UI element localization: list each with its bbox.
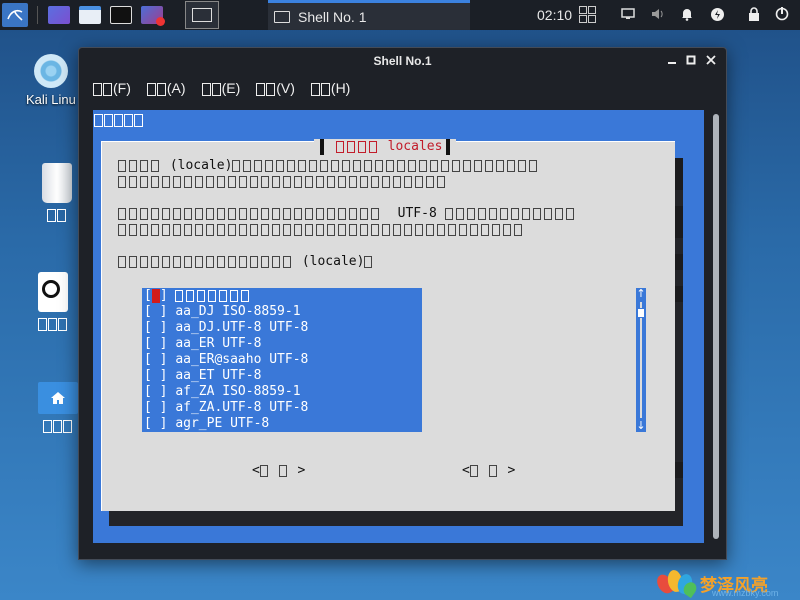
list-item-label: aa_DJ.UTF-8 UTF-8 [175,320,309,335]
checkbox[interactable]: [ ] [144,320,167,335]
dialog-backtitle [94,113,144,127]
kali-dragon-icon [7,9,23,21]
window-menubar: (F) (A) (E) (V) (H) [79,76,726,100]
checkbox[interactable]: [ ] [144,416,167,431]
checkbox[interactable]: [ ] [144,368,167,383]
notification-bell-icon[interactable] [679,6,695,22]
list-item-label: aa_ET UTF-8 [175,368,262,383]
dialog-description-line: (locale) [118,254,375,270]
text-cursor [151,288,160,303]
drive-icon [38,272,68,312]
folder-icon [79,6,101,24]
power-manager-icon[interactable] [709,6,725,22]
desktop-icon-filesystem[interactable] [38,272,68,332]
list-item-label: aa_ER@saaho UTF-8 [175,352,309,367]
display-icon[interactable] [620,6,636,22]
list-item[interactable]: [ ] af_ZA.UTF-8 UTF-8 [142,400,422,416]
list-item[interactable]: [ ] aa_DJ.UTF-8 UTF-8 [142,320,422,336]
top-taskbar: Shell No. 1 02:10 [0,0,800,30]
desktop-icon-label [38,316,68,332]
trash-icon [42,163,72,203]
cancel-button[interactable]: < > [462,463,515,478]
watermark-url: www.mzbky.com [712,588,779,598]
list-item-label: af_ZA.UTF-8 UTF-8 [175,400,309,415]
list-item-label: aa_DJ ISO-8859-1 [175,304,301,319]
locale-checklist[interactable]: [] [ ] aa_DJ ISO-8859-1 [ ] aa_DJ.UTF-8 … [142,288,422,432]
minimize-icon [668,62,676,64]
menu-actions[interactable]: (A) [146,76,186,100]
checkbox[interactable]: [ ] [144,304,167,319]
home-folder-icon [38,382,78,414]
show-desktop-button[interactable] [48,3,70,27]
terminal-icon [192,8,212,22]
window-titlebar[interactable]: Shell No.1 [79,48,726,74]
list-item[interactable]: [ ] aa_ER UTF-8 [142,336,422,352]
logout-icon[interactable] [774,6,790,22]
desktop-icon-label [47,207,67,223]
desktop-icon-kali-linux[interactable]: Kali Linu [26,54,76,107]
desktop-icon [48,6,70,24]
list-item[interactable]: [ ] aa_DJ ISO-8859-1 [142,304,422,320]
ok-button[interactable]: < > [252,463,305,478]
desktop-icon-label [43,418,73,434]
workspace-switcher[interactable] [185,1,219,29]
close-button[interactable] [704,54,718,68]
maximize-button[interactable] [684,54,698,68]
file-manager-button[interactable] [79,3,101,27]
menu-view[interactable]: (V) [256,76,295,100]
dialog-title: locales [314,139,457,155]
maximize-icon [686,55,696,65]
dialog-description-line: (locale) [118,158,540,174]
terminal-scrollbar[interactable] [713,114,719,539]
terminal-launcher-button[interactable] [110,3,132,27]
terminal-area[interactable]: locales (locale) UTF-8 (locale) [] [ ] a… [93,110,704,543]
terminal-window: Shell No.1 (F) (A) (E) (V) (H) locales (… [78,47,727,560]
recorder-icon [141,6,165,26]
lock-icon[interactable] [746,6,762,22]
list-item[interactable]: [ ] af_ZA ISO-8859-1 [142,384,422,400]
volume-icon[interactable] [650,6,666,22]
list-item[interactable]: [ ] aa_ER@saaho UTF-8 [142,352,422,368]
kali-disc-icon [33,54,68,88]
menu-file[interactable]: (F) [93,76,131,100]
scrollbar-thumb[interactable] [713,114,719,539]
list-item-label: agr_PE UTF-8 [175,416,270,431]
checkbox[interactable]: [ ] [144,352,167,367]
minimize-button[interactable] [665,54,679,68]
screen-recorder-button[interactable] [141,3,165,27]
clock[interactable]: 02:10 [537,7,572,23]
dialog-description-line [118,174,448,190]
menu-help[interactable]: (H) [310,76,350,100]
kali-menu-button[interactable] [2,3,28,27]
arrow-down-icon[interactable]: ↓ [636,420,646,432]
checkbox[interactable]: [ ] [144,384,167,399]
desktop-icon-trash[interactable] [42,163,72,223]
terminal-icon [110,6,132,24]
watermark-logo-icon [653,568,700,599]
locales-dialog: locales (locale) UTF-8 (locale) [] [ ] a… [101,139,683,511]
list-item-label: af_ZA ISO-8859-1 [175,384,301,399]
window-title: Shell No.1 [373,54,432,68]
list-scrollbar[interactable]: ↑ ↓ [636,288,646,432]
desktop-icon-home[interactable] [38,382,78,434]
menu-edit[interactable]: (E) [201,76,240,100]
taskbar-window-title: Shell No. 1 [298,8,367,25]
terminal-icon [274,10,290,23]
close-icon [706,55,716,65]
taskbar-separator [37,6,38,24]
list-item[interactable]: [ ] agr_PE UTF-8 [142,416,422,432]
list-item[interactable]: [ ] aa_ET UTF-8 [142,368,422,384]
checkbox[interactable]: [ ] [144,336,167,351]
taskbar-window-shell[interactable]: Shell No. 1 [268,0,470,30]
date-glyphs [579,6,596,23]
arrow-up-icon[interactable]: ↑ [636,288,646,300]
dialog-description-line [118,222,525,238]
checkbox[interactable]: [ ] [144,400,167,415]
scrollbar-thumb[interactable] [637,308,645,318]
list-item[interactable]: [] [142,288,422,304]
desktop-icon-label: Kali Linu [26,92,76,107]
list-item-label: aa_ER UTF-8 [175,336,262,351]
dialog-description-line: UTF-8 [118,206,577,222]
